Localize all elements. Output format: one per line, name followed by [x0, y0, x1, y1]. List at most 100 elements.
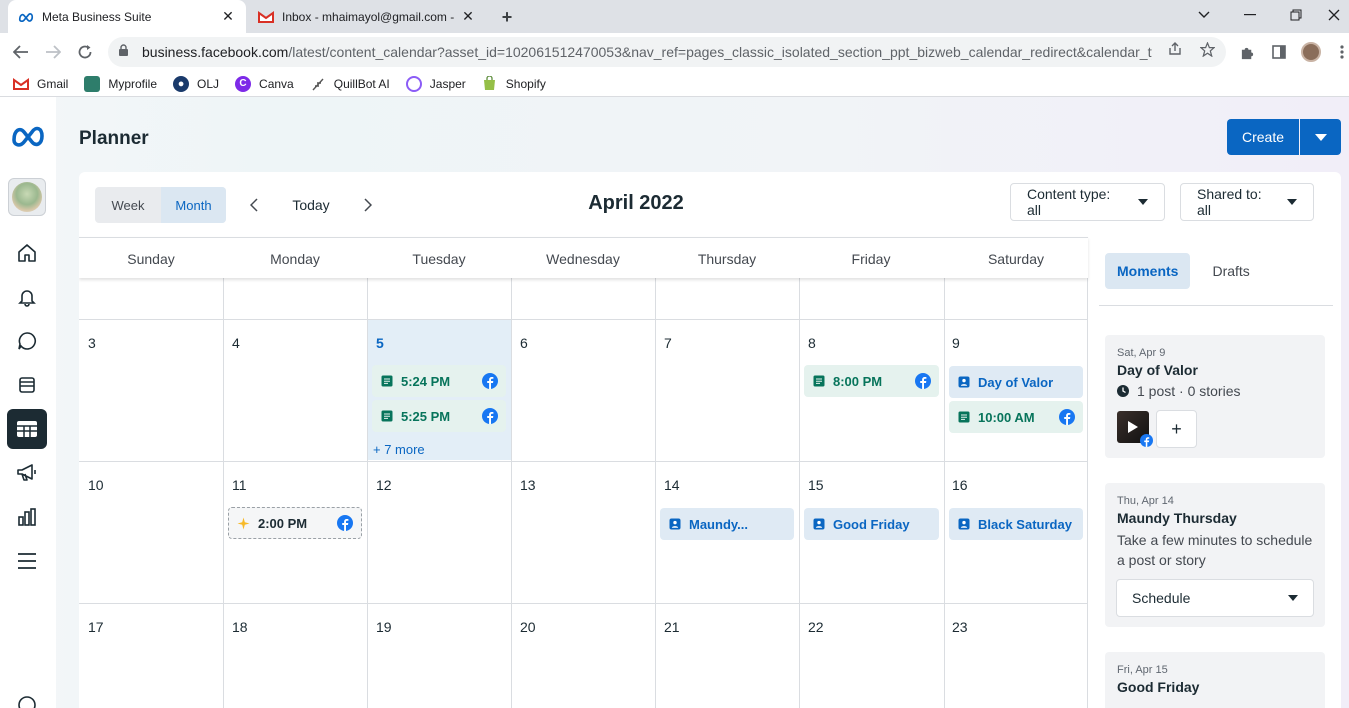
tab-title: Meta Business Suite	[42, 9, 152, 24]
tab-title: Inbox - mhaimayol@gmail.com -	[282, 9, 455, 24]
moment-event[interactable]: Maundy...	[660, 508, 794, 540]
day-number: 22	[808, 619, 824, 635]
moment-card[interactable]: Sat, Apr 9 Day of Valor 1 post · 0 stori…	[1105, 335, 1325, 458]
bookmark-canva[interactable]: C Canva	[235, 75, 294, 92]
close-window-icon[interactable]	[1319, 0, 1349, 30]
scheduled-post-event[interactable]: 8:00 PM	[804, 365, 939, 397]
close-icon[interactable]: ✕	[220, 8, 236, 25]
bookmark-shopify[interactable]: Shopify	[482, 76, 546, 92]
notifications-bell-icon[interactable]	[7, 277, 47, 317]
month-view-button[interactable]: Month	[161, 187, 226, 223]
ads-megaphone-icon[interactable]	[7, 453, 47, 493]
moment-event[interactable]: Day of Valor	[949, 366, 1083, 398]
divider	[1099, 305, 1333, 306]
left-navigation	[0, 97, 56, 708]
previous-month-chevron-icon[interactable]	[239, 187, 269, 223]
bookmark-gmail[interactable]: Gmail	[13, 76, 68, 92]
day-number: 23	[952, 619, 968, 635]
day-number: 14	[664, 477, 680, 493]
shared-to-filter[interactable]: Shared to: all	[1180, 183, 1314, 221]
help-icon[interactable]	[7, 685, 47, 708]
page-avatar[interactable]	[8, 178, 46, 216]
next-month-chevron-icon[interactable]	[353, 187, 383, 223]
add-post-button[interactable]: +	[1156, 410, 1197, 448]
month-grid: Sunday Monday Tuesday Wednesday Thursday…	[79, 237, 1088, 708]
star-icon[interactable]	[1198, 40, 1216, 58]
restore-icon[interactable]	[1273, 0, 1319, 30]
facebook-icon	[915, 373, 931, 389]
draft-post-event[interactable]: 2:00 PM	[228, 507, 362, 539]
event-time: 2:00 PM	[258, 515, 308, 531]
meta-favicon-icon	[18, 9, 34, 25]
chevron-down-icon[interactable]	[1181, 0, 1227, 30]
day-number: 12	[376, 477, 392, 493]
create-button[interactable]: Create	[1227, 119, 1299, 155]
gmail-icon	[13, 76, 29, 92]
side-panel-icon[interactable]	[1270, 43, 1288, 61]
week-view-button[interactable]: Week	[95, 187, 161, 223]
share-icon[interactable]	[1166, 40, 1184, 58]
content-posts-icon[interactable]	[7, 365, 47, 405]
create-dropdown-button[interactable]	[1300, 119, 1341, 155]
meta-logo-icon[interactable]	[9, 123, 47, 149]
home-icon[interactable]	[7, 233, 47, 273]
kebab-menu-icon[interactable]	[1333, 43, 1349, 61]
close-icon[interactable]: ✕	[460, 8, 476, 25]
grid-line	[79, 603, 1088, 604]
moment-title: Maundy Thursday	[1117, 510, 1237, 526]
tab-drafts[interactable]: Drafts	[1200, 253, 1261, 289]
scheduled-post-event[interactable]: 10:00 AM	[949, 401, 1083, 433]
moment-event[interactable]: Good Friday	[804, 508, 939, 540]
bookmark-myprofile[interactable]: Myprofile	[84, 75, 157, 92]
moment-date: Thu, Apr 14	[1117, 495, 1174, 507]
day-number: 9	[952, 335, 960, 351]
new-tab-button[interactable]: +	[495, 5, 519, 29]
all-tools-menu-icon[interactable]	[7, 541, 47, 581]
minimize-icon[interactable]	[1227, 0, 1273, 30]
moment-icon	[812, 518, 825, 531]
caret-down-icon	[1314, 133, 1327, 141]
today-button[interactable]: Today	[281, 187, 341, 223]
scheduled-post-event[interactable]: 5:24 PM	[372, 365, 506, 397]
sparkle-draft-icon	[237, 517, 250, 530]
tab-gmail-inbox[interactable]: Inbox - mhaimayol@gmail.com - ✕	[248, 0, 486, 33]
url-host: business.facebook.com	[142, 44, 289, 60]
myprofile-icon	[84, 75, 101, 92]
quillbot-feather-icon	[310, 76, 326, 92]
planner-calendar-icon[interactable]	[7, 409, 47, 449]
moment-event[interactable]: Black Saturday	[949, 508, 1083, 540]
tab-moments[interactable]: Moments	[1105, 253, 1191, 289]
browser-toolbar: business.facebook.com/latest/content_cal…	[0, 33, 1349, 71]
tab-meta-business-suite[interactable]: Meta Business Suite ✕	[8, 0, 246, 33]
bookmarks-bar: Gmail Myprofile ● OLJ C Canva QuillBot A…	[0, 71, 1349, 97]
address-bar[interactable]: business.facebook.com/latest/content_cal…	[108, 37, 1226, 67]
forward-arrow-icon[interactable]	[41, 40, 65, 64]
bookmark-olj[interactable]: ● OLJ	[173, 75, 219, 92]
extensions-puzzle-icon[interactable]	[1238, 43, 1256, 61]
day-number: 19	[376, 619, 392, 635]
content-type-filter[interactable]: Content type: all	[1010, 183, 1165, 221]
url-text: business.facebook.com/latest/content_cal…	[142, 44, 1152, 60]
caret-down-icon	[1287, 199, 1297, 205]
insights-bar-chart-icon[interactable]	[7, 497, 47, 537]
moment-card[interactable]: Thu, Apr 14 Maundy Thursday Take a few m…	[1105, 483, 1325, 627]
reload-icon[interactable]	[73, 40, 97, 64]
dow-tuesday: Tuesday	[412, 250, 466, 267]
more-events-link[interactable]: + 7 more	[373, 442, 425, 457]
moment-stats: 1 post · 0 stories	[1117, 383, 1313, 399]
bookmark-jasper[interactable]: Jasper	[405, 75, 466, 92]
moment-title: Day of Valor	[1117, 362, 1198, 378]
profile-avatar[interactable]	[1301, 42, 1321, 62]
day-number: 4	[232, 335, 240, 351]
grid-line	[944, 278, 945, 708]
moment-description: Take a few minutes to schedule a post or…	[1117, 532, 1313, 568]
scheduled-post-event[interactable]: 5:25 PM	[372, 400, 506, 432]
moment-card[interactable]: Fri, Apr 15 Good Friday	[1105, 652, 1325, 708]
back-arrow-icon[interactable]	[9, 40, 33, 64]
event-time: 5:25 PM	[401, 408, 451, 424]
inbox-chat-icon[interactable]	[7, 321, 47, 361]
post-thumbnail[interactable]	[1117, 411, 1153, 447]
moment-date: Fri, Apr 15	[1117, 664, 1168, 676]
bookmark-quillbot[interactable]: QuillBot AI	[310, 76, 390, 92]
schedule-dropdown[interactable]: Schedule	[1116, 579, 1314, 617]
